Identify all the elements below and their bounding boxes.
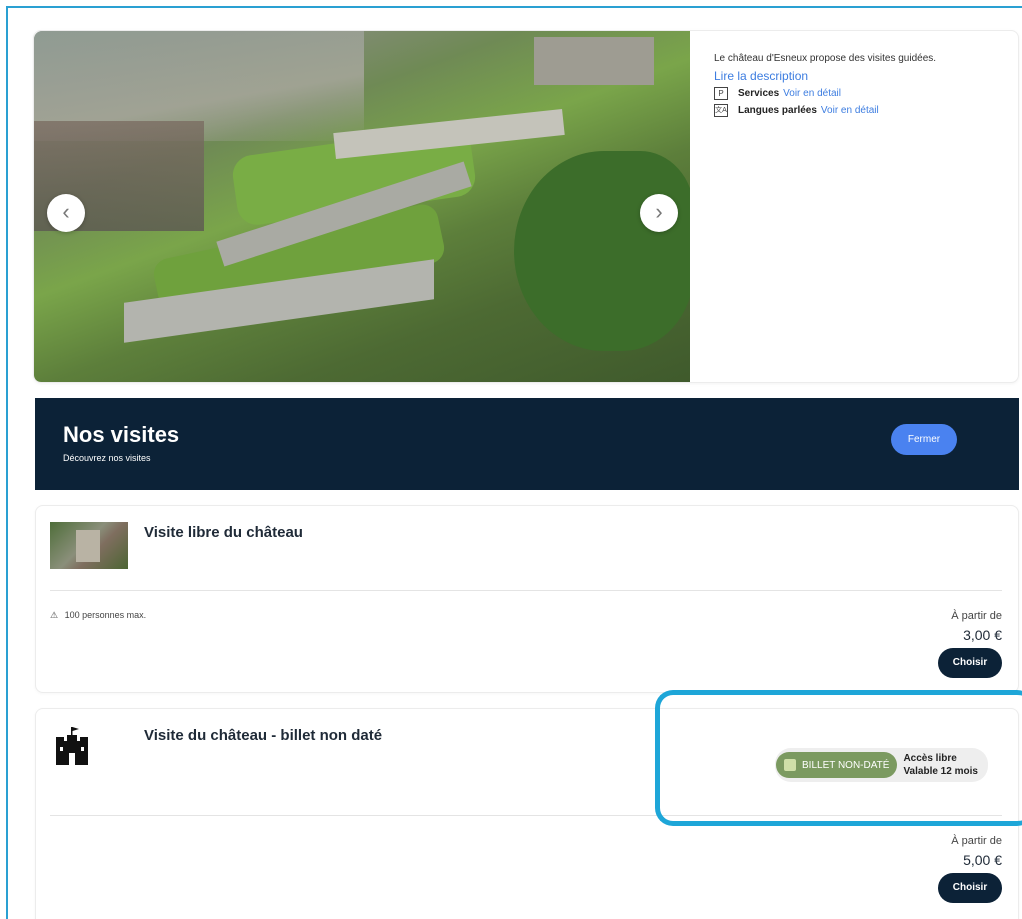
translate-icon: 文A [714,104,728,117]
close-button[interactable]: Fermer [891,424,957,455]
choose-button[interactable]: Choisir [938,873,1002,903]
languages-row: 文A Langues parlées Voir en détail [714,104,1004,117]
services-label: Services [738,88,780,99]
visit-title: Visite libre du château [144,524,303,541]
access-text: Accès libre [903,753,957,764]
ticket-badge: BILLET NON-DATÉ [776,752,898,778]
visit-card: Visite libre du château ⚠ 100 personnes … [35,505,1019,693]
ticket-badge-label: BILLET NON-DATÉ [802,759,890,771]
venue-info: Le château d'Esneux propose des visites … [714,53,1004,117]
ticket-info: BILLET NON-DATÉ Accès libre Valable 12 m… [775,748,988,782]
read-description-link[interactable]: Lire la description [714,69,1004,83]
divider [50,590,1002,591]
parking-icon: P [714,87,728,100]
carousel-prev-button[interactable]: ‹ [47,194,85,232]
venue-description: Le château d'Esneux propose des visites … [714,53,937,64]
price-from-label: À partir de [951,610,1002,622]
languages-detail-link[interactable]: Voir en détail [821,105,879,116]
services-detail-link[interactable]: Voir en détail [783,88,841,99]
capacity-info: ⚠ 100 personnes max. [50,610,146,621]
castle-icon [56,727,88,765]
choose-button[interactable]: Choisir [938,648,1002,678]
warning-icon: ⚠ [50,610,59,620]
banner-subtitle: Découvrez nos visites [63,453,151,463]
venue-card: ‹ › Le château d'Esneux propose des visi… [33,30,1019,383]
price-from-label: À partir de [951,835,1002,847]
banner-title: Nos visites [63,422,180,447]
chevron-left-icon: ‹ [62,199,70,224]
castle-photo [34,31,690,382]
capacity-text: 100 personnes max. [64,610,147,620]
chevron-right-icon: › [655,199,663,224]
ticket-icon [784,759,796,771]
validity-text: Valable 12 mois [903,766,978,777]
visit-card: Visite du château - billet non daté BILL… [35,708,1019,919]
services-row: P Services Voir en détail [714,87,1004,100]
visits-banner: Nos visites Découvrez nos visites Fermer [35,398,1019,490]
visit-thumbnail [50,522,128,569]
price: 5,00 € [963,852,1002,868]
ticket-details: Accès libre Valable 12 mois [903,752,978,778]
languages-label: Langues parlées [738,105,817,116]
divider [50,815,1002,816]
price: 3,00 € [963,627,1002,643]
carousel-next-button[interactable]: › [640,194,678,232]
visit-title: Visite du château - billet non daté [144,727,383,744]
